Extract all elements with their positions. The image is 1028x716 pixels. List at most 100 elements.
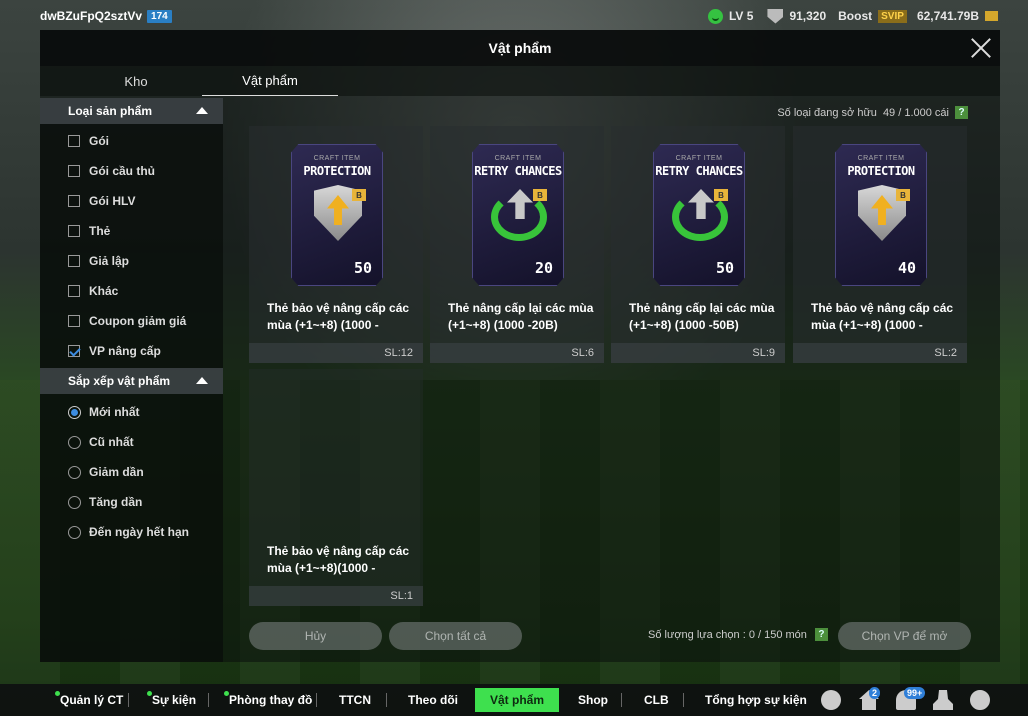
type-filter-list: Gói Gói cầu thủ Gói HLV Thẻ Giả lập Khác…	[40, 124, 223, 366]
select-all-button[interactable]: Chọn tất cả	[389, 622, 522, 650]
item-name: Thẻ bảo vệ nâng cấp các mùa (+1~+8) (100…	[267, 301, 410, 332]
notification-dot	[224, 691, 229, 696]
caret-up-icon	[196, 377, 208, 384]
checkbox[interactable]	[68, 315, 80, 327]
bp-value: 62,741.79B	[916, 9, 979, 23]
type-filter-title: Loại sản phẩm	[68, 104, 153, 118]
help-icon[interactable]: ?	[814, 628, 828, 641]
filter-sidebar: Loại sản phẩm Gói Gói cầu thủ Gói HLV Th…	[40, 98, 223, 662]
nav-divider	[386, 693, 387, 707]
filter-goi-hlv[interactable]: Gói HLV	[40, 186, 223, 216]
radio-selected[interactable]	[68, 405, 81, 419]
sort-label: Giảm dần	[89, 465, 144, 479]
filter-khac[interactable]: Khác	[40, 276, 223, 306]
sort-list: Mới nhất Cũ nhất Giảm dần Tăng dần Đến n…	[40, 394, 223, 547]
item-card[interactable]: CRAFT ITEM PROTECTION B 50 Thẻ bảo vệ nâ…	[249, 126, 423, 363]
nav-vat-pham[interactable]: Vật phẩm	[475, 688, 560, 712]
filter-vp-nang-cap[interactable]: VP nâng cấp	[40, 336, 223, 366]
checkbox[interactable]	[68, 165, 80, 177]
selection-count-text: Số lượng lựa chọn : 0 / 150 món	[648, 628, 807, 641]
manager-level: LV 5	[728, 9, 754, 23]
gear-icon[interactable]	[970, 690, 990, 710]
nav-phong-thay-do[interactable]: Phòng thay đồ	[224, 684, 313, 716]
nav-su-kien[interactable]: Sự kiện	[147, 684, 197, 716]
item-card[interactable]: Thẻ bảo vệ nâng cấp các mùa (+1~+8)(1000…	[249, 369, 423, 606]
item-card[interactable]: CRAFT ITEM RETRY CHANCES B 20 Thẻ nâng c…	[430, 126, 604, 363]
currency-bar: LV 5 91,320 Boost SVIP 62,741.79B	[707, 0, 998, 32]
tab-kho[interactable]: Kho	[68, 66, 204, 96]
b-badge: B	[714, 189, 728, 201]
nav-ttcn[interactable]: TTCN	[339, 684, 371, 716]
sort-descending[interactable]: Giảm dần	[40, 457, 223, 487]
art-craft-label: CRAFT ITEM	[857, 155, 905, 162]
top-bar: dwBZuFpQ2sztVv 174 LV 5 91,320 Boost SVI…	[0, 0, 1028, 32]
filter-label: Gói cầu thủ	[89, 164, 155, 178]
protection-card-art: CRAFT ITEM PROTECTION B 50	[291, 144, 383, 286]
item-name: Thẻ nâng cấp lại các mùa (+1~+8) (1000 -…	[448, 301, 594, 332]
sort-ascending[interactable]: Tăng dần	[40, 487, 223, 517]
item-card[interactable]: CRAFT ITEM RETRY CHANCES B 50 Thẻ nâng c…	[611, 126, 785, 363]
sort-header[interactable]: Sắp xếp vật phẩm	[40, 368, 223, 394]
sort-oldest[interactable]: Cũ nhất	[40, 427, 223, 457]
radio[interactable]	[68, 435, 81, 449]
checkbox[interactable]	[68, 255, 80, 267]
art-title: PROTECTION	[303, 164, 371, 178]
nav-tong-hop-su-kien[interactable]: Tổng hợp sự kiện	[705, 684, 807, 716]
item-quantity: SL:1	[249, 586, 423, 606]
filter-coupon[interactable]: Coupon giảm giá	[40, 306, 223, 336]
sort-label: Mới nhất	[89, 405, 140, 419]
nav-divider	[128, 693, 129, 707]
sort-expiry[interactable]: Đến ngày hết hạn	[40, 517, 223, 547]
radio[interactable]	[68, 495, 81, 509]
checkbox[interactable]	[68, 285, 80, 297]
filter-goi-cau-thu[interactable]: Gói cầu thủ	[40, 156, 223, 186]
nav-label: Phòng thay đồ	[229, 693, 313, 707]
item-quantity: SL:9	[611, 343, 785, 363]
checkbox[interactable]	[68, 195, 80, 207]
selection-count: Số lượng lựa chọn : 0 / 150 món ?	[648, 628, 828, 641]
item-name: Thẻ bảo vệ nâng cấp các mùa (+1~+8) (100…	[811, 301, 954, 332]
dialog-header: Vật phẩm	[40, 30, 1000, 66]
checkbox[interactable]	[68, 225, 80, 237]
item-quantity: SL:6	[430, 343, 604, 363]
filter-label: Coupon giảm giá	[89, 314, 187, 328]
bell-badge: 99+	[904, 687, 926, 699]
user-icon[interactable]	[933, 690, 953, 710]
retry-card-art: CRAFT ITEM RETRY CHANCES B 50	[653, 144, 745, 286]
close-icon[interactable]	[970, 37, 992, 59]
owned-value: 49 / 1.000 cái	[882, 106, 949, 119]
nav-label: Sự kiện	[152, 693, 197, 707]
filter-goi[interactable]: Gói	[40, 126, 223, 156]
filter-the[interactable]: Thẻ	[40, 216, 223, 246]
chat-icon[interactable]	[821, 690, 841, 710]
radio[interactable]	[68, 465, 81, 479]
filter-label: Khác	[89, 284, 119, 298]
checkbox-checked[interactable]	[68, 345, 80, 357]
dialog-title: Vật phẩm	[488, 40, 552, 56]
tab-vat-pham[interactable]: Vật phẩm	[202, 66, 338, 96]
filter-label: Gói HLV	[89, 194, 136, 208]
sort-newest[interactable]: Mới nhất	[40, 397, 223, 427]
help-icon[interactable]: ?	[955, 106, 968, 119]
sort-title: Sắp xếp vật phẩm	[68, 374, 171, 388]
checkbox[interactable]	[68, 135, 80, 147]
art-title: RETRY CHANCES	[474, 164, 562, 178]
radio[interactable]	[68, 525, 81, 539]
nav-clb[interactable]: CLB	[644, 684, 669, 716]
art-number: 50	[353, 259, 372, 277]
art-title: RETRY CHANCES	[655, 164, 743, 178]
item-card[interactable]: CRAFT ITEM PROTECTION B 40 Thẻ bảo vệ nâ…	[793, 126, 967, 363]
art-number: 40	[897, 259, 916, 277]
home-badge: 2	[869, 687, 881, 699]
nav-divider	[208, 693, 209, 707]
nav-theo-doi[interactable]: Theo dõi	[408, 684, 458, 716]
type-filter-header[interactable]: Loại sản phẩm	[40, 98, 223, 124]
open-items-button[interactable]: Chọn VP để mở	[838, 622, 971, 650]
cancel-button[interactable]: Hủy	[249, 622, 382, 650]
nav-shop[interactable]: Shop	[578, 684, 608, 716]
filter-label: VP nâng cấp	[89, 344, 161, 358]
b-badge: B	[352, 189, 366, 201]
nav-quan-ly-ct[interactable]: Quản lý CT	[55, 684, 123, 716]
filter-gia-lap[interactable]: Giả lập	[40, 246, 223, 276]
boost-label[interactable]: Boost	[838, 9, 872, 23]
